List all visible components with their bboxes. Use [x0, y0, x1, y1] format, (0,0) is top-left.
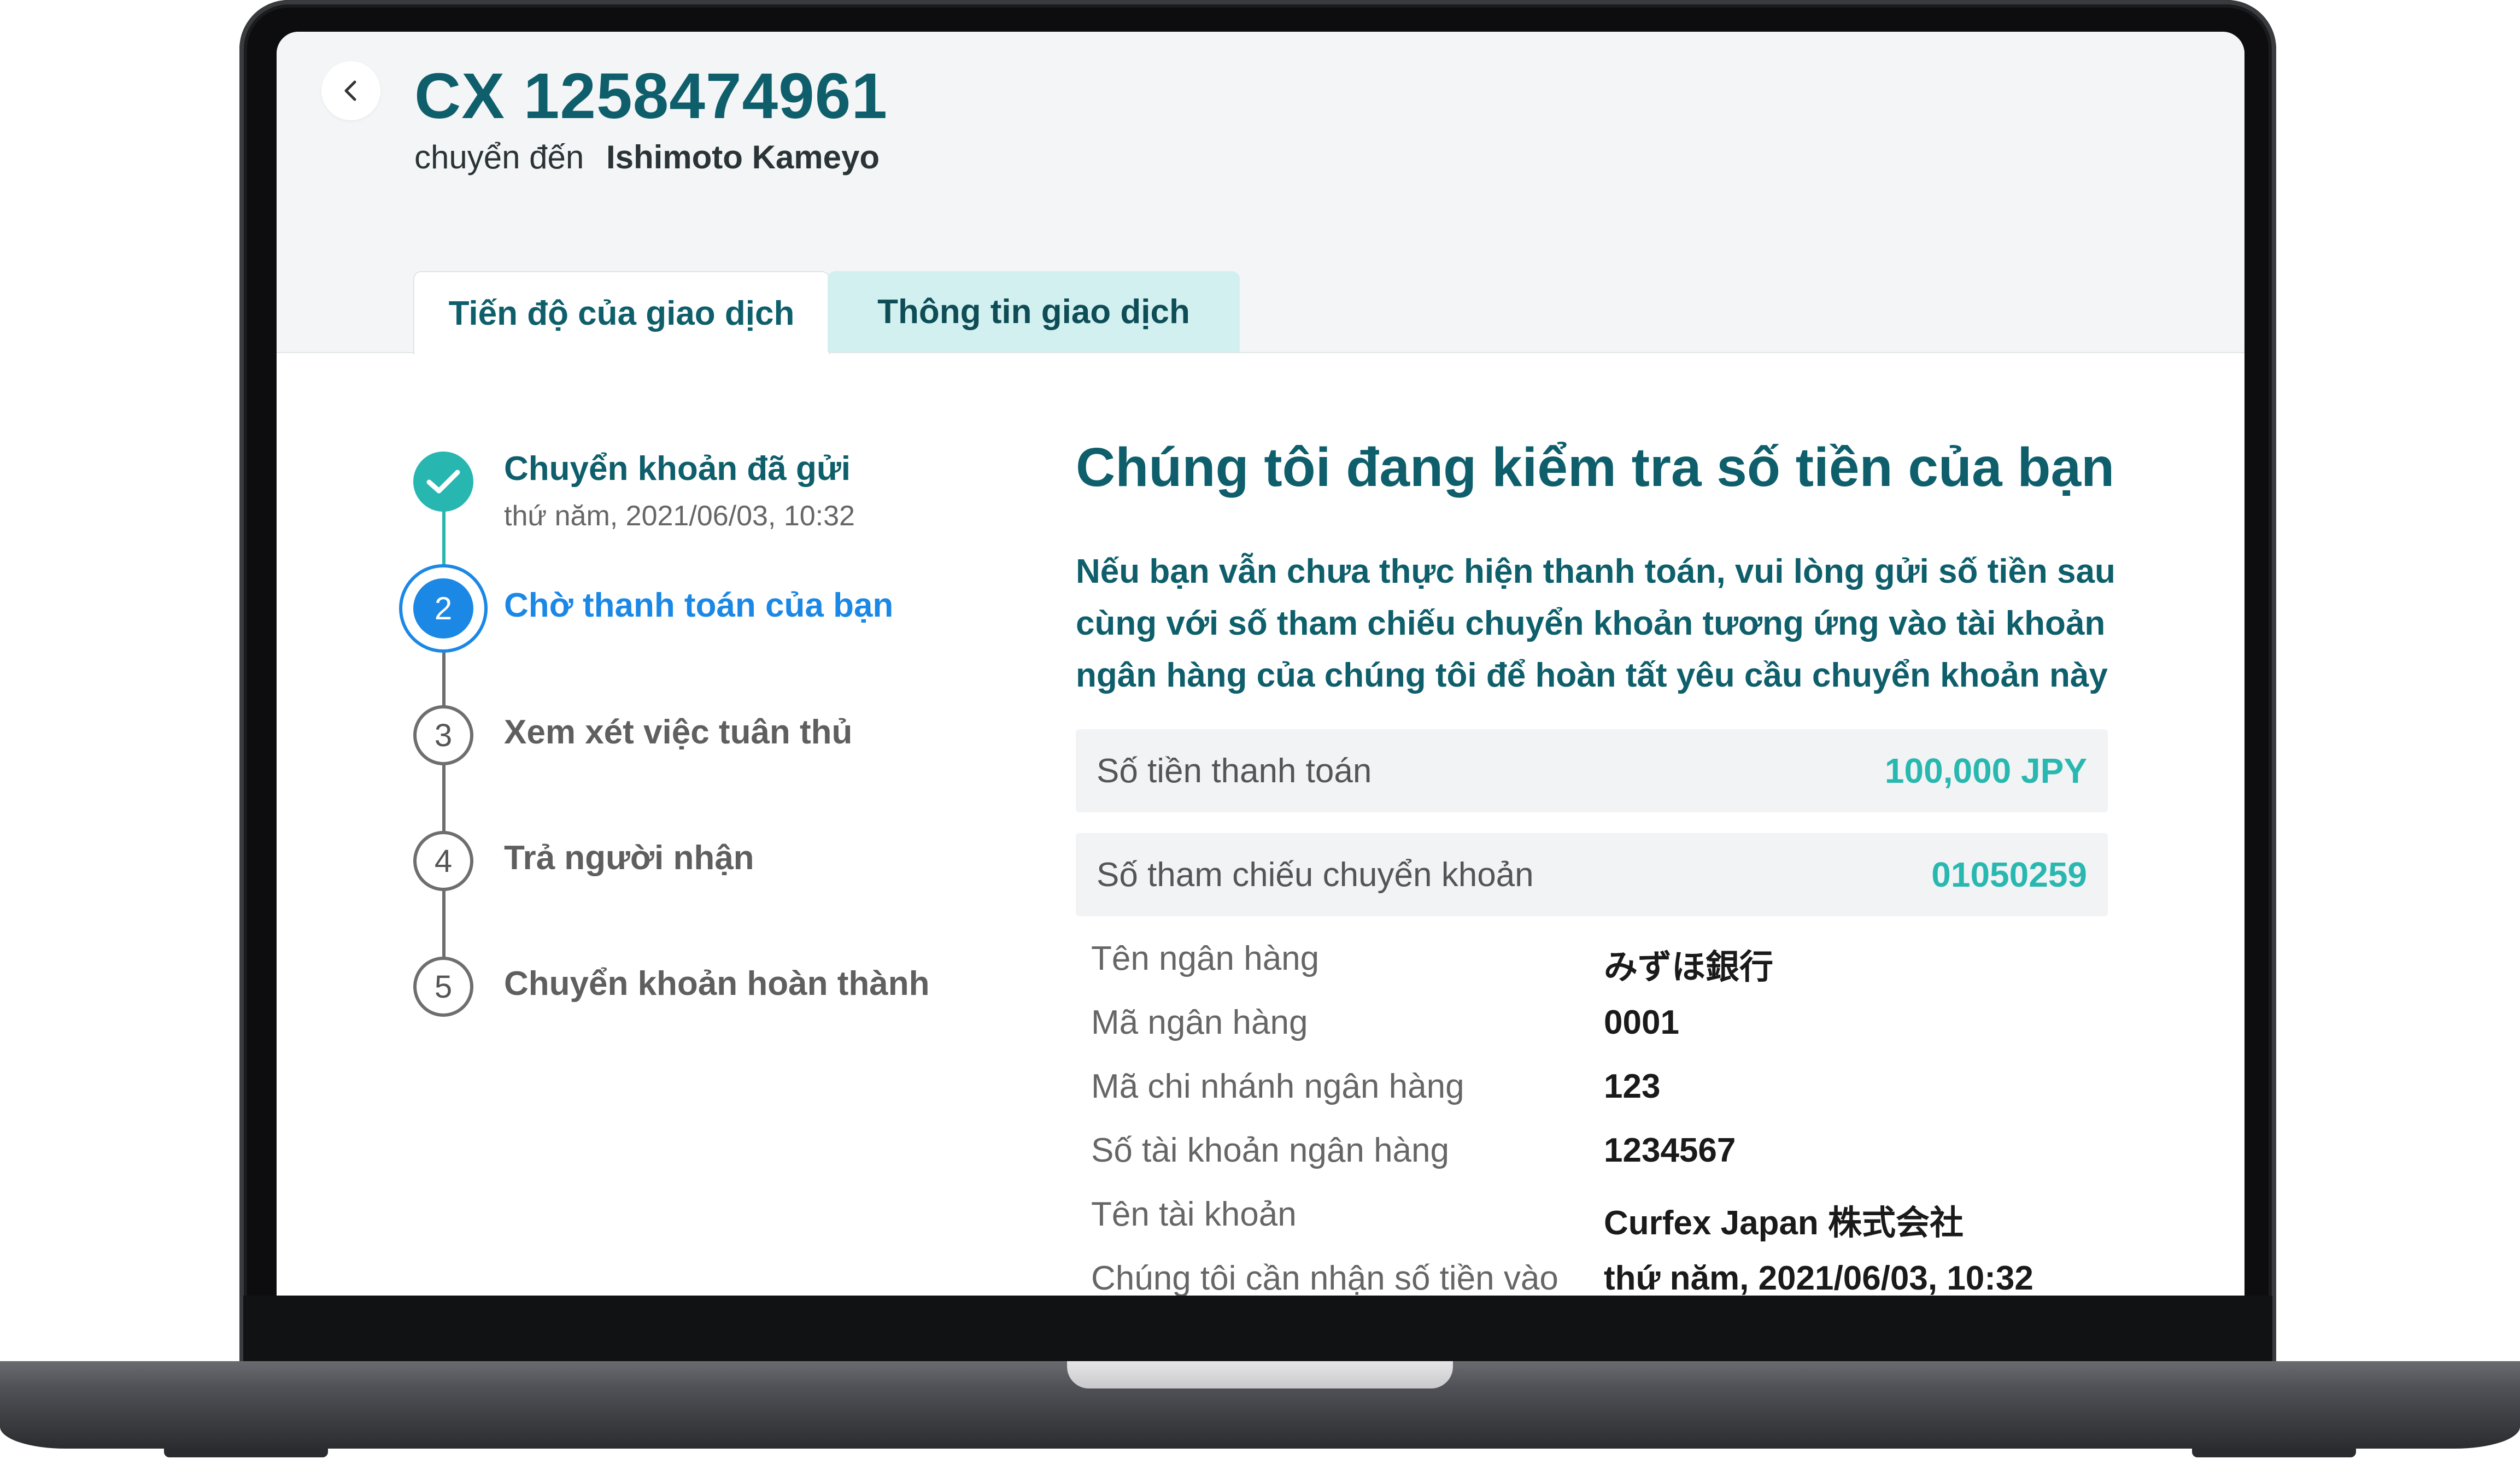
detail-label: Mã ngân hàng: [1091, 1004, 1308, 1041]
step-label: Chờ thanh toán của bạn: [504, 587, 894, 624]
step-date: thứ năm, 2021/06/03, 10:32: [504, 500, 855, 532]
detail-value: みずほ銀行: [1604, 948, 1774, 986]
payment-amount-row: Số tiền thanh toán 100,000 JPY: [1076, 729, 2108, 812]
step-number: 2: [413, 578, 473, 638]
detail-value: 0001: [1604, 1004, 1679, 1041]
account-number-row: Số tài khoản ngân hàng 1234567: [1091, 1131, 2130, 1180]
transfer-reference-value: 01050259: [1931, 855, 2087, 894]
laptop-foot-right: [2192, 1449, 2356, 1457]
check-icon: [426, 470, 460, 494]
detail-value: 1234567: [1604, 1132, 1736, 1169]
step-label: Chuyển khoản đã gửi: [504, 450, 851, 488]
payment-amount-value: 100,000 JPY: [1884, 751, 2087, 790]
step-done-indicator: [413, 452, 473, 512]
detail-value: Curfex Japan 株式会社: [1604, 1204, 1964, 1242]
recipient-prefix: chuyển đến: [414, 139, 584, 175]
page-header: CX 1258474961 chuyển đến Ishimoto Kameyo…: [277, 32, 2244, 354]
step-label: Chuyển khoản hoàn thành: [504, 965, 930, 1003]
branch-code-row: Mã chi nhánh ngân hàng 123: [1091, 1067, 2130, 1116]
step-number: 3: [413, 705, 473, 765]
step-label: Trả người nhận: [504, 839, 754, 877]
detail-label: Mã chi nhánh ngân hàng: [1091, 1068, 1464, 1105]
detail-value: thứ năm, 2021/06/03, 10:32: [1604, 1259, 2033, 1296]
recipient-line: chuyển đến Ishimoto Kameyo: [414, 138, 880, 176]
detail-label: Số tài khoản ngân hàng: [1091, 1132, 1449, 1169]
panel-description: Nếu bạn vẫn chưa thực hiện thanh toán, v…: [1076, 553, 2115, 694]
deadline-row: Chúng tôi cần nhận số tiền vào thứ năm, …: [1091, 1259, 2130, 1296]
step-connector: [442, 628, 446, 1010]
tab-transaction-progress[interactable]: Tiến độ của giao dịch: [413, 271, 830, 354]
step-label: Xem xét việc tuân thủ: [504, 713, 853, 751]
account-name-row: Tên tài khoản Curfex Japan 株式会社: [1091, 1195, 2130, 1244]
step-number: 5: [413, 957, 473, 1017]
payment-amount-label: Số tiền thanh toán: [1097, 752, 1372, 790]
back-button[interactable]: [321, 61, 380, 120]
detail-label: Chúng tôi cần nhận số tiền vào: [1091, 1259, 1558, 1296]
transfer-reference-row: Số tham chiếu chuyển khoản 01050259: [1076, 833, 2108, 916]
transfer-id-title: CX 1258474961: [414, 60, 888, 132]
detail-value: 123: [1604, 1068, 1661, 1105]
detail-label: Tên ngân hàng: [1091, 940, 1320, 977]
tab-transaction-info[interactable]: Thông tin giao dịch: [828, 271, 1240, 352]
laptop-opening-notch: [1067, 1361, 1453, 1388]
bank-name-row: Tên ngân hàng みずほ銀行: [1091, 939, 2130, 988]
panel-title: Chúng tôi đang kiểm tra số tiền của bạn: [1076, 437, 2115, 498]
app-screen: CX 1258474961 chuyển đến Ishimoto Kameyo…: [277, 32, 2244, 1296]
step-number: 4: [413, 831, 473, 891]
laptop-foot-left: [164, 1449, 328, 1457]
transfer-reference-label: Số tham chiếu chuyển khoản: [1097, 856, 1534, 894]
laptop-bezel-bottom: [243, 1296, 2272, 1363]
chevron-left-icon: [344, 80, 356, 101]
bank-code-row: Mã ngân hàng 0001: [1091, 1003, 2130, 1052]
detail-label: Tên tài khoản: [1091, 1196, 1297, 1233]
recipient-name: Ishimoto Kameyo: [606, 139, 880, 175]
